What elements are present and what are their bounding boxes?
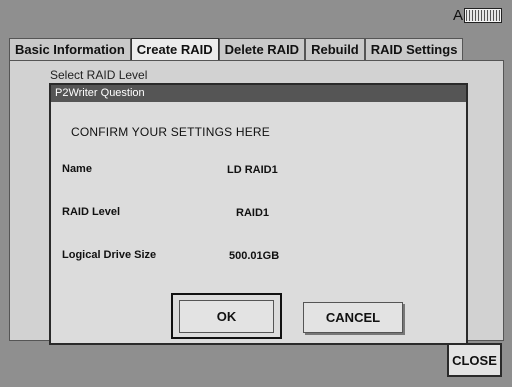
confirm-dialog: P2Writer Question CONFIRM YOUR SETTINGS …	[49, 83, 468, 345]
ok-button-focus-frame: OK	[171, 293, 282, 339]
indicator-letter: A	[452, 7, 463, 24]
raid-level-value: RAID1	[236, 207, 270, 219]
raid-level-row-label: RAID Level	[62, 206, 121, 218]
tab-create-raid[interactable]: Create RAID	[130, 38, 219, 60]
battery-icon	[464, 8, 502, 23]
name-label: Name	[62, 163, 92, 175]
logical-drive-size-value: 500.01GB	[229, 250, 280, 262]
tab-raid-settings[interactable]: RAID Settings	[364, 38, 464, 60]
dialog-title: P2Writer Question	[51, 85, 466, 102]
dialog-heading: CONFIRM YOUR SETTINGS HERE	[71, 125, 270, 139]
logical-drive-size-label: Logical Drive Size	[62, 249, 157, 261]
tab-bar: Basic Information Create RAID Delete RAI…	[9, 38, 464, 60]
ok-button[interactable]: OK	[179, 299, 274, 333]
name-value: LD RAID1	[227, 164, 278, 176]
tab-delete-raid[interactable]: Delete RAID	[218, 38, 306, 60]
tab-basic-information[interactable]: Basic Information	[9, 38, 131, 60]
raid-level-label: Select RAID Level	[50, 68, 148, 82]
screen: A Basic Information Create RAID Delete R…	[0, 0, 512, 387]
status-indicator: A	[453, 7, 502, 24]
cancel-button[interactable]: CANCEL	[303, 302, 403, 333]
tab-rebuild[interactable]: Rebuild	[305, 38, 365, 60]
close-button[interactable]: CLOSE	[447, 343, 502, 377]
